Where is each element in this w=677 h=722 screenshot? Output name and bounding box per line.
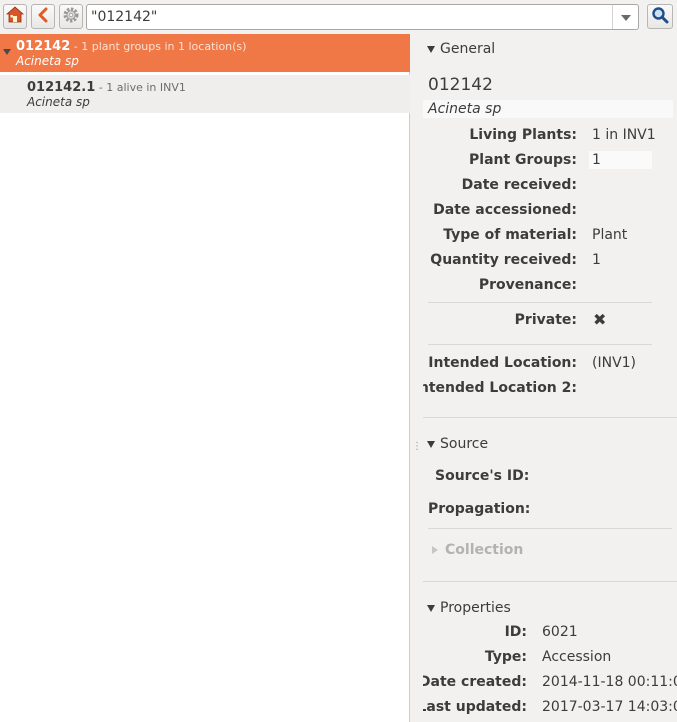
field-label: Type of material: [443,227,577,243]
field-value: 1 [592,252,601,268]
plant-summary: - 1 alive in INV1 [95,81,186,94]
settings-button[interactable] [59,4,83,29]
source-expander[interactable]: Source [427,434,488,454]
expanded-triangle-icon [427,604,435,612]
last-updated-value: 2017-03-17 14:03:01 [542,699,677,715]
field-value: 1 [589,151,652,169]
accession-line: 012142 - 1 plant groups in 1 location(s) [16,39,246,54]
field-label: Date received: [461,177,577,193]
search-combo [86,4,639,30]
divider [428,302,652,303]
property-id-label: ID: [504,624,527,640]
intended-location-label: Intended Location: [428,355,577,371]
toolbar [0,0,677,34]
private-label: Private: [514,312,577,328]
search-input[interactable] [87,5,613,29]
accession-summary: - 1 plant groups in 1 location(s) [70,40,247,53]
expanded-triangle-icon [427,440,435,448]
divider [428,528,672,529]
expander-icon[interactable] [3,49,11,55]
chevron-down-icon [620,9,631,25]
general-header: General [440,41,496,57]
date-created-value: 2014-11-18 00:11:00 [542,674,677,690]
property-type-label: Type: [484,649,527,665]
plant-row[interactable]: 012142.1 - 1 alive in INV1 Acineta sp [0,75,410,113]
section-divider [423,581,677,582]
date-created-label: Date created: [423,674,527,690]
source-header: Source [440,436,489,452]
field-label: Provenance: [478,277,577,293]
intended-location-2-label: Intended Location 2: [423,380,577,396]
private-x-icon: ✖ [593,310,607,329]
section-divider [423,417,677,418]
home-button[interactable] [3,4,27,29]
detail-accession-id: 012142 [428,75,493,95]
pane-splitter[interactable]: ⋮⋮ [411,34,432,722]
field-label: Plant Groups: [469,152,577,168]
search-icon [651,6,669,28]
gear-icon [62,6,80,28]
collection-header: Collection [445,542,524,558]
propagation-label: Propagation: [428,501,531,517]
plant-line: 012142.1 - 1 alive in INV1 [27,80,186,95]
source-id-label: Source's ID: [435,468,530,484]
field-value: Plant [592,227,628,243]
collapsed-triangle-icon [432,546,438,554]
results-tree: 012142 - 1 plant groups in 1 location(s)… [0,34,410,722]
search-history-dropdown[interactable] [612,5,638,29]
general-expander[interactable]: General [427,39,495,59]
home-icon [5,6,25,27]
last-updated-label: Last updated: [423,699,527,715]
search-button[interactable] [647,4,673,29]
field-label: Quantity received: [430,252,577,268]
properties-header: Properties [440,600,511,616]
properties-expander[interactable]: Properties [427,598,511,618]
divider [428,344,652,345]
property-type-value: Accession [542,649,612,665]
property-id-value: 6021 [542,624,578,640]
back-arrow-icon [36,7,50,27]
field-label: Living Plants: [469,127,577,143]
accession-species: Acineta sp [16,54,79,68]
intended-location-value: (INV1) [592,355,637,371]
accession-id: 012142 [16,39,71,54]
detail-species: Acineta sp [423,100,673,118]
details-pane: General 012142 Acineta sp Living Plants:… [423,34,677,722]
field-label: Date accessioned: [433,202,577,218]
plant-species: Acineta sp [27,95,90,109]
accession-row[interactable]: 012142 - 1 plant groups in 1 location(s)… [0,34,410,72]
collection-expander[interactable]: Collection [432,540,523,560]
back-button[interactable] [31,4,55,29]
plant-id: 012142.1 [27,80,96,95]
field-value: 1 in INV1 [592,127,656,143]
expanded-triangle-icon [427,45,435,53]
